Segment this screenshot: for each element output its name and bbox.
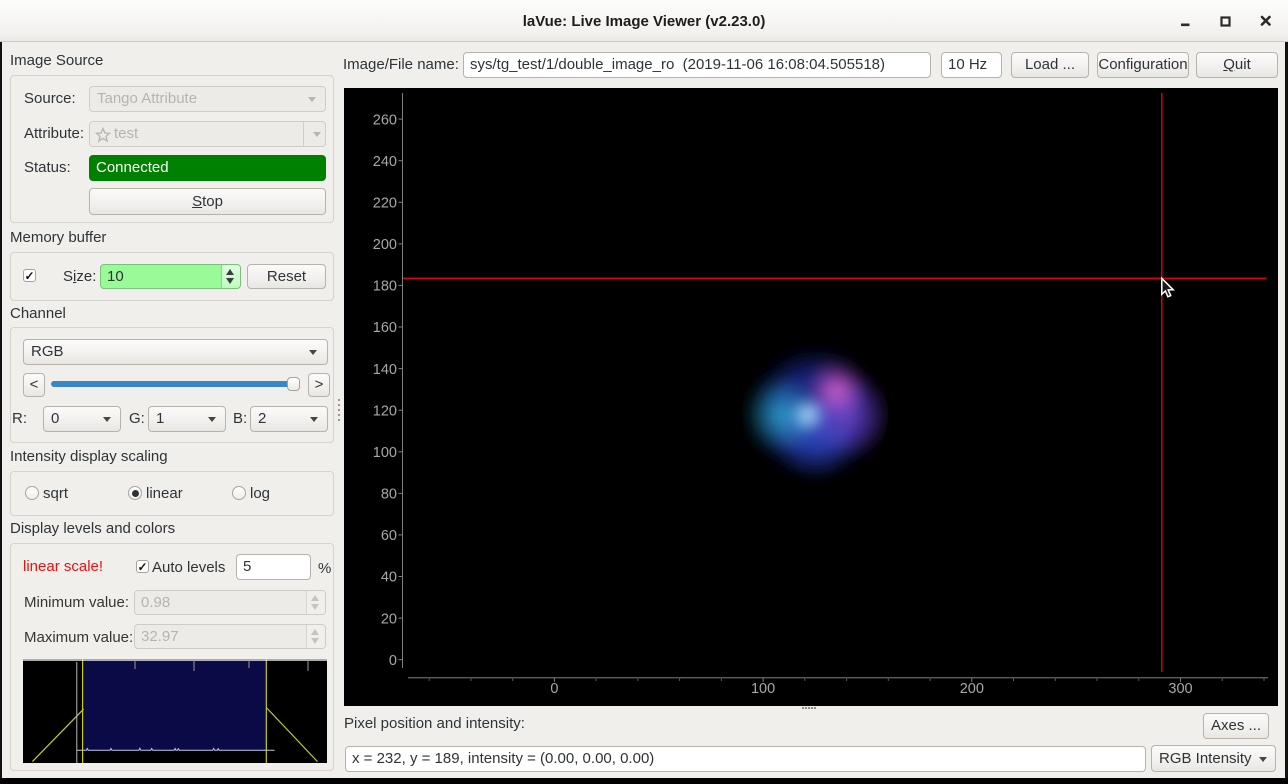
svg-text:0: 0 [389,653,397,669]
svg-text:220: 220 [373,196,397,212]
svg-text:140: 140 [373,362,397,378]
svg-text:100: 100 [751,681,775,697]
svg-text:120: 120 [373,403,397,419]
svg-text:160: 160 [373,320,397,336]
svg-text:80: 80 [381,487,397,503]
svg-text:60: 60 [381,528,397,544]
svg-text:260: 260 [373,112,397,128]
svg-text:200: 200 [960,681,984,697]
svg-text:240: 240 [373,154,397,170]
svg-text:180: 180 [373,279,397,295]
svg-text:300: 300 [1168,681,1192,697]
svg-text:100: 100 [373,445,397,461]
svg-text:0: 0 [550,681,558,697]
svg-text:200: 200 [373,237,397,253]
svg-text:20: 20 [381,611,397,627]
svg-text:40: 40 [381,570,397,586]
